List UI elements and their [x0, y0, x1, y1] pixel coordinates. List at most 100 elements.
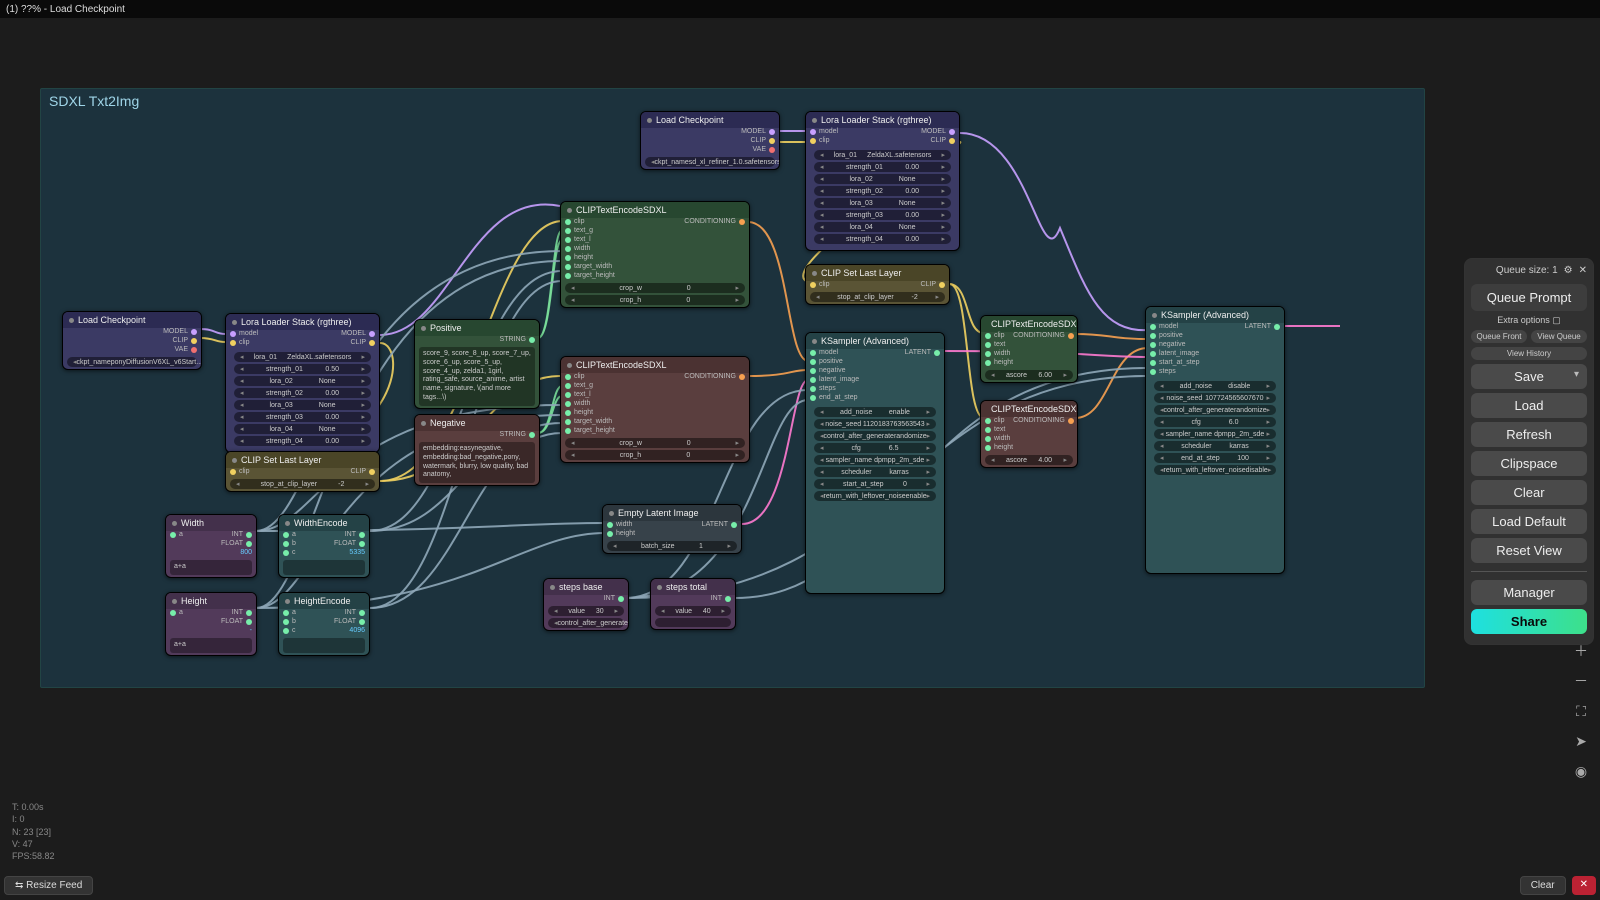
port-target_width[interactable]: target_width — [565, 418, 615, 425]
graph-canvas[interactable]: SDXL Txt2Img — [0, 18, 1600, 872]
port-width[interactable]: width — [565, 245, 615, 252]
node-clip-setlastlayer-base[interactable]: #10 CLIP Set Last Layer clip CLIP ◂ stop… — [225, 451, 380, 492]
port-steps[interactable]: steps — [810, 385, 859, 392]
port-negative[interactable]: negative — [810, 367, 859, 374]
node-lora-stack-base[interactable]: #4 rgthree-comfy Lora Loader Stack (rgth… — [225, 313, 380, 453]
widget-lora_04[interactable]: ◂lora_04None▸ — [814, 222, 951, 232]
port-clip[interactable]: CLIP — [172, 337, 197, 344]
port-end_at_step[interactable]: end_at_step — [810, 394, 859, 401]
widget-add_noise[interactable]: ◂add_noiseenable▸ — [814, 407, 936, 417]
bottom-clear-button[interactable]: Clear — [1520, 876, 1566, 895]
bottom-close-button[interactable]: ✕ — [1572, 876, 1596, 895]
settings-icon[interactable]: ⚙ — [1564, 265, 1573, 276]
port-height[interactable]: height — [985, 359, 1013, 366]
reset-view-button[interactable]: Reset View — [1471, 538, 1587, 563]
port-text_l[interactable]: text_l — [565, 236, 615, 243]
node-width-encode[interactable]: #35 Custom-Scripts WidthEncode a b c INT… — [278, 514, 370, 578]
port-target_width[interactable]: target_width — [565, 263, 615, 270]
widget-lora_03[interactable]: ◂lora_03None▸ — [234, 400, 371, 410]
widget-cfg[interactable]: ◂cfg6.5▸ — [814, 443, 936, 453]
navigate-icon[interactable]: ➤ — [1570, 730, 1592, 752]
widget-control_after_generate[interactable]: ◂control_after_generaterandomize▸ — [1154, 405, 1276, 415]
widget-sampler_name[interactable]: ◂sampler_namedpmpp_2m_sde▸ — [814, 455, 936, 465]
node-lora-stack-refiner[interactable]: #24 rgthree-comfy Lora Loader Stack (rgt… — [805, 111, 960, 251]
port-text[interactable]: text — [985, 426, 1013, 433]
port-width[interactable]: width — [565, 400, 615, 407]
port-text_g[interactable]: text_g — [565, 382, 615, 389]
widget-strength_04[interactable]: ◂strength_040.00▸ — [234, 436, 371, 446]
port-negative[interactable]: negative — [1150, 341, 1199, 348]
resize-feed-button[interactable]: ⇆ Resize Feed — [4, 876, 93, 895]
port-steps[interactable]: steps — [1150, 368, 1199, 375]
node-ksampler-base[interactable]: #91 KSampler (Advanced) modelpositiveneg… — [805, 332, 945, 594]
widget-add_noise[interactable]: ◂add_noisedisable▸ — [1154, 381, 1276, 391]
port-clip[interactable]: clip — [565, 218, 615, 225]
widget-cfg[interactable]: ◂cfg6.0▸ — [1154, 417, 1276, 427]
port-clip[interactable]: clip — [565, 373, 615, 380]
widget-strength_02[interactable]: ◂strength_020.00▸ — [814, 186, 951, 196]
widget-strength_04[interactable]: ◂strength_040.00▸ — [814, 234, 951, 244]
widget-lora_02[interactable]: ◂lora_02None▸ — [814, 174, 951, 184]
port-text_l[interactable]: text_l — [565, 391, 615, 398]
control-panel[interactable]: Queue size: 1 ⚙ ✕ Queue Prompt Extra opt… — [1464, 258, 1594, 645]
view-history-button[interactable]: View History — [1471, 347, 1587, 360]
port-start_at_step[interactable]: start_at_step — [1150, 359, 1199, 366]
port-positive[interactable]: positive — [1150, 332, 1199, 339]
refresh-button[interactable]: Refresh — [1471, 422, 1587, 447]
frame-icon[interactable]: ⛶ — [1570, 700, 1592, 722]
node-ksampler-refiner[interactable]: #19 KSampler (Advanced) modelpositiveneg… — [1145, 306, 1285, 574]
port-clip[interactable]: clip — [985, 332, 1013, 339]
save-button[interactable]: Save — [1471, 364, 1587, 389]
positive-textbox[interactable]: score_9, score_8_up, score_7_up, score_6… — [419, 347, 535, 406]
port-height[interactable]: height — [565, 254, 615, 261]
widget-ckpt-name[interactable]: ◂ckpt_name ponyDiffusionV6XL_v6Start...▸ — [67, 357, 197, 367]
port-model[interactable]: model — [810, 349, 859, 356]
widget-sampler_name[interactable]: ◂sampler_namedpmpp_2m_sde▸ — [1154, 429, 1276, 439]
widget-lora_01[interactable]: ◂lora_01ZeldaXL.safetensors▸ — [814, 150, 951, 160]
port-text_g[interactable]: text_g — [565, 227, 615, 234]
queue-front-button[interactable]: Queue Front — [1471, 330, 1527, 343]
node-steps-total[interactable]: steps total INT ◂value40▸ — [650, 578, 736, 630]
load-default-button[interactable]: Load Default — [1471, 509, 1587, 534]
port-model[interactable]: MODEL — [163, 328, 197, 335]
widget-lora_02[interactable]: ◂lora_02None▸ — [234, 376, 371, 386]
manager-button[interactable]: Manager — [1471, 580, 1587, 605]
node-cliptextencode-neg[interactable]: #8 CLIPTextEncodeSDXL cliptext_gtext_lwi… — [560, 356, 750, 463]
zoom-in-icon[interactable]: ＋ — [1570, 640, 1592, 662]
widget-end_at_step[interactable]: ◂end_at_step100▸ — [1154, 453, 1276, 463]
port-text[interactable]: text — [985, 341, 1013, 348]
widget-return_with_leftover_noise[interactable]: ◂return_with_leftover_noiseenable▸ — [814, 491, 936, 501]
extra-options-toggle[interactable]: Extra options — [1471, 315, 1587, 326]
widget-strength_03[interactable]: ◂strength_030.00▸ — [234, 412, 371, 422]
widget-scheduler[interactable]: ◂schedulerkarras▸ — [1154, 441, 1276, 451]
widget-scheduler[interactable]: ◂schedulerkarras▸ — [814, 467, 936, 477]
node-cliptextrefiner-pos[interactable]: #21 CLIPTextEncodeSDXLRefiner cliptextwi… — [980, 315, 1078, 383]
negative-textbox[interactable]: embedding:easynegative, embedding:bad_ne… — [419, 442, 535, 483]
port-latent_image[interactable]: latent_image — [1150, 350, 1199, 357]
clear-button[interactable]: Clear — [1471, 480, 1587, 505]
port-target_height[interactable]: target_height — [565, 427, 615, 434]
port-width[interactable]: width — [985, 350, 1013, 357]
widget-noise_seed[interactable]: ◂noise_seed107724565607670▸ — [1154, 393, 1276, 403]
node-empty-latent[interactable]: #12 Empty Latent Image width height LATE… — [602, 504, 742, 554]
widget-strength_01[interactable]: ◂strength_010.50▸ — [234, 364, 371, 374]
port-clip[interactable]: clip — [985, 417, 1013, 424]
zoom-out-icon[interactable]: － — [1570, 670, 1592, 692]
node-steps-base[interactable]: steps base INT ◂value30▸ ◂control_after_… — [543, 578, 629, 631]
port-height[interactable]: height — [985, 444, 1013, 451]
load-button[interactable]: Load — [1471, 393, 1587, 418]
port-height[interactable]: height — [565, 409, 615, 416]
node-load-checkpoint-refiner[interactable]: #23 Load Checkpoint MODEL CLIP VAE ◂ckpt… — [640, 111, 780, 170]
port-width[interactable]: width — [985, 435, 1013, 442]
port-target_height[interactable]: target_height — [565, 272, 615, 279]
queue-prompt-button[interactable]: Queue Prompt — [1471, 284, 1587, 311]
node-width[interactable]: #32 Custom-Scripts Width a INT FLOAT 800… — [165, 514, 257, 578]
node-clip-setlastlayer-refiner[interactable]: #25 CLIP Set Last Layer clip CLIP ◂stop_… — [805, 264, 950, 305]
widget-lora_03[interactable]: ◂lora_03None▸ — [814, 198, 951, 208]
node-positive-prompt[interactable]: Positive STRING score_9, score_8_up, sco… — [414, 319, 540, 409]
node-negative-prompt[interactable]: Negative STRING embedding:easynegative, … — [414, 414, 540, 486]
node-cliptextencode-pos[interactable]: #5 CLIPTextEncodeSDXL cliptext_gtext_lwi… — [560, 201, 750, 308]
clipspace-button[interactable]: Clipspace — [1471, 451, 1587, 476]
eye-icon[interactable]: ◉ — [1570, 760, 1592, 782]
node-height[interactable]: #33 Custom-Scripts Height a INT FLOAT - … — [165, 592, 257, 656]
